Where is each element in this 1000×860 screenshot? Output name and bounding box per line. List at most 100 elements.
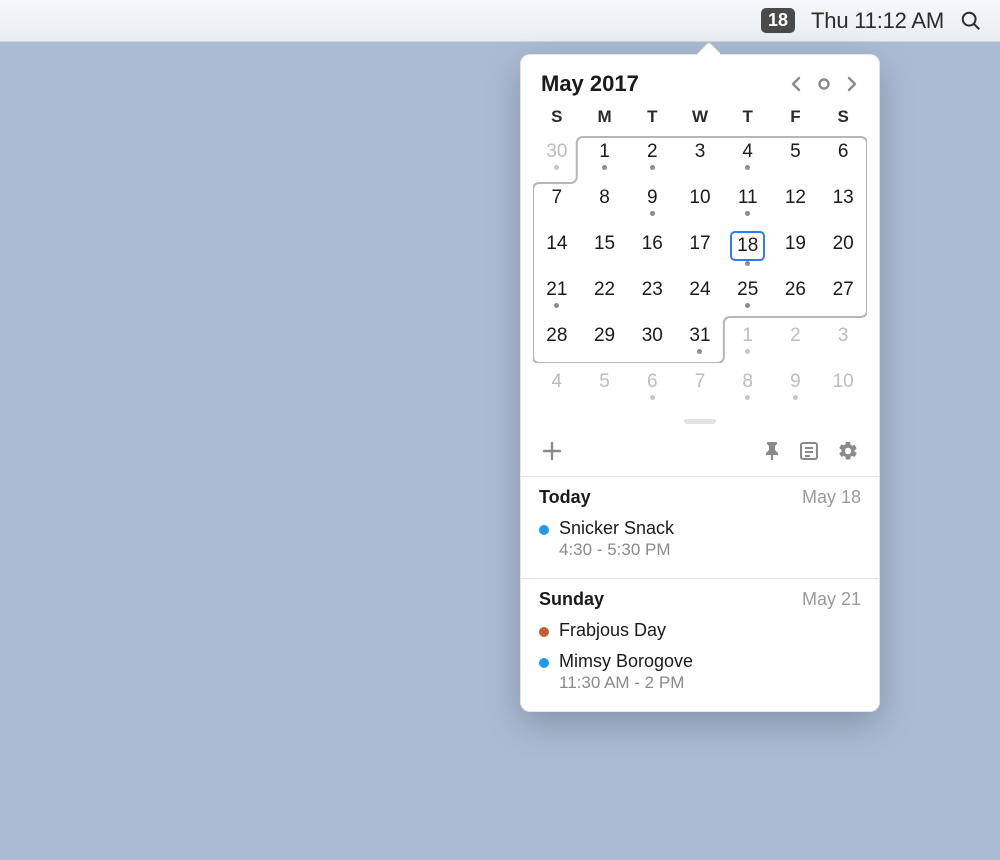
calendar-day[interactable]: 9 [628,179,676,225]
calendar-day[interactable]: 22 [581,271,629,317]
day-number: 18 [730,231,765,261]
next-month-button[interactable] [845,76,859,92]
calendar-day[interactable]: 6 [819,133,867,179]
weekday-label: T [724,107,772,127]
calendar-day[interactable]: 14 [533,225,581,271]
calendar-grid: 3012345678910111213141516171819202122232… [533,133,867,409]
add-event-button[interactable] [541,440,563,462]
calendar-day[interactable]: 30 [533,133,581,179]
calendar-day[interactable]: 15 [581,225,629,271]
event-dot [793,395,798,400]
day-number: 2 [781,323,809,349]
calendar-day[interactable]: 13 [819,179,867,225]
calendar-day[interactable]: 3 [819,317,867,363]
calendar-day[interactable]: 25 [724,271,772,317]
calendar-day[interactable]: 20 [819,225,867,271]
agenda-event[interactable]: Frabjous Day [539,616,861,647]
calendar-day[interactable]: 16 [628,225,676,271]
calendar-day[interactable]: 8 [581,179,629,225]
calendar-day[interactable]: 4 [533,363,581,409]
day-number: 4 [543,369,571,395]
calendar-header: May 2017 [521,55,879,107]
calendar-title: May 2017 [541,71,639,97]
menubar-date-badge[interactable]: 18 [761,8,795,33]
calendar-day[interactable]: 3 [676,133,724,179]
weekday-label: S [819,107,867,127]
calendar-day[interactable]: 23 [628,271,676,317]
pin-icon[interactable] [763,441,781,461]
event-dot [745,395,750,400]
menubar-clock[interactable]: Thu 11:12 AM [811,8,944,34]
calendar-day[interactable]: 19 [772,225,820,271]
calendar-day[interactable]: 28 [533,317,581,363]
day-number: 9 [638,185,666,211]
calendar-day[interactable]: 7 [676,363,724,409]
agenda-date: May 21 [802,589,861,610]
day-number: 11 [733,185,763,211]
calendar-day[interactable]: 18 [724,225,772,271]
agenda-event[interactable]: Mimsy Borogove11:30 AM - 2 PM [539,647,861,699]
calendar-day[interactable]: 7 [533,179,581,225]
event-dot [554,165,559,170]
event-dot [650,165,655,170]
day-number: 13 [828,185,859,211]
event-title: Frabjous Day [559,620,666,641]
calendar-day[interactable]: 27 [819,271,867,317]
calendar-day[interactable]: 4 [724,133,772,179]
day-number: 28 [541,323,572,349]
event-time: 11:30 AM - 2 PM [559,673,693,693]
weekday-label: S [533,107,581,127]
agenda-section: SundayMay 21Frabjous DayMimsy Borogove11… [521,578,879,711]
calendar-day[interactable]: 5 [772,133,820,179]
calendar-day[interactable]: 1 [724,317,772,363]
calendar-day[interactable]: 2 [628,133,676,179]
day-number: 7 [543,185,571,211]
calendar-day[interactable]: 6 [628,363,676,409]
calendar-day[interactable]: 10 [819,363,867,409]
day-number: 17 [684,231,715,257]
calendar-day[interactable]: 2 [772,317,820,363]
calendar-day[interactable]: 21 [533,271,581,317]
drag-handle[interactable] [684,419,716,424]
calendar-day[interactable]: 17 [676,225,724,271]
day-number: 20 [828,231,859,257]
calendar-day[interactable]: 29 [581,317,629,363]
day-number: 6 [638,369,666,395]
calendar-day[interactable]: 11 [724,179,772,225]
event-time: 4:30 - 5:30 PM [559,540,674,560]
calendar-day[interactable]: 9 [772,363,820,409]
calendar-day[interactable]: 26 [772,271,820,317]
day-number: 19 [780,231,811,257]
notes-icon[interactable] [799,441,819,461]
event-dot [745,349,750,354]
event-title: Mimsy Borogove [559,651,693,672]
calendar-day[interactable]: 5 [581,363,629,409]
event-dot [745,211,750,216]
prev-month-button[interactable] [789,76,803,92]
day-number: 4 [734,139,762,165]
agenda-day-label: Today [539,487,591,508]
day-number: 5 [591,369,619,395]
calendar-day[interactable]: 12 [772,179,820,225]
calendar-day[interactable]: 24 [676,271,724,317]
calendar-day[interactable]: 8 [724,363,772,409]
popover-arrow [696,42,720,56]
settings-icon[interactable] [837,440,859,462]
weekday-label: W [676,107,724,127]
day-number: 1 [591,139,619,165]
day-number: 15 [589,231,620,257]
day-number: 25 [732,277,763,303]
today-button[interactable] [817,77,831,91]
agenda-event[interactable]: Snicker Snack4:30 - 5:30 PM [539,514,861,566]
event-dot [745,165,750,170]
day-number: 10 [828,369,859,395]
calendar-day[interactable]: 10 [676,179,724,225]
calendar-day[interactable]: 1 [581,133,629,179]
event-dot [697,349,702,354]
calendar-day[interactable]: 30 [628,317,676,363]
calendar-day[interactable]: 31 [676,317,724,363]
weekday-label: M [581,107,629,127]
search-icon[interactable] [960,10,982,32]
agenda-section: TodayMay 18Snicker Snack4:30 - 5:30 PM [521,476,879,578]
day-number: 22 [589,277,620,303]
